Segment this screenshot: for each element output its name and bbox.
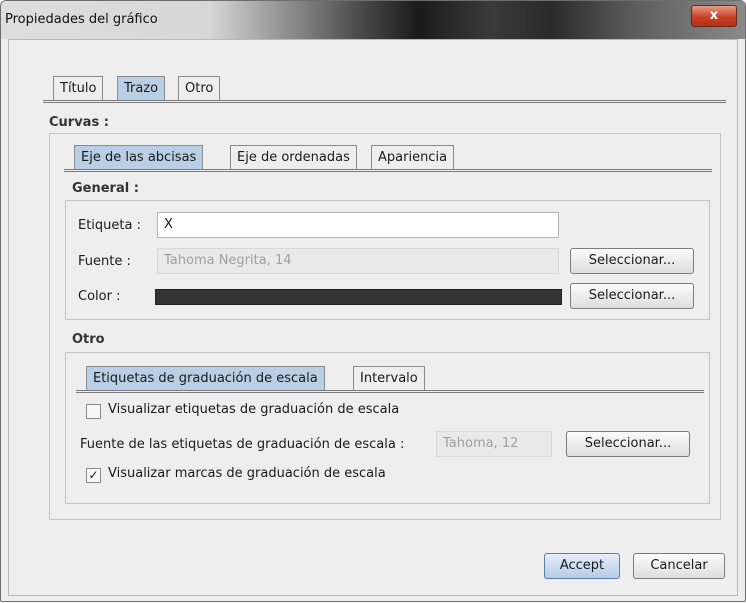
- properties-dialog: Propiedades del gráfico x Título Trazo O…: [0, 0, 746, 602]
- scale-font-select-button[interactable]: Seleccionar...: [566, 431, 690, 457]
- scale-font-field: Tahoma, 12: [436, 431, 552, 457]
- color-swatch[interactable]: [155, 289, 562, 305]
- color-select-button[interactable]: Seleccionar...: [570, 283, 694, 309]
- curvas-tabs-underline: [64, 169, 712, 172]
- show-marks-checkbox[interactable]: ✓: [86, 468, 101, 483]
- show-marks-label: Visualizar marcas de graduación de escal…: [108, 466, 386, 481]
- color-label: Color :: [78, 289, 121, 304]
- curvas-group: Eje de las abcisas Eje de ordenadas Apar…: [49, 133, 721, 520]
- curvas-heading: Curvas :: [49, 115, 109, 130]
- cancel-button[interactable]: Cancelar: [633, 553, 725, 579]
- tab-intervalo[interactable]: Intervalo: [353, 366, 425, 390]
- etiqueta-label: Etiqueta :: [78, 218, 141, 233]
- tab-otro[interactable]: Otro: [178, 76, 221, 100]
- show-labels-label: Visualizar etiquetas de graduación de es…: [108, 402, 400, 417]
- tab-apariencia[interactable]: Apariencia: [371, 145, 455, 169]
- tab-trazo[interactable]: Trazo: [117, 76, 166, 100]
- main-tabs-underline: [43, 100, 726, 103]
- general-heading: General :: [72, 181, 139, 196]
- otro-tabs-underline: [76, 390, 704, 393]
- dialog-content: Título Trazo Otro Curvas : Eje de las ab…: [8, 39, 738, 596]
- fuente-select-button[interactable]: Seleccionar...: [570, 248, 694, 274]
- general-group: Etiqueta : X Fuente : Tahoma Negrita, 14…: [65, 200, 710, 320]
- fuente-field: Tahoma Negrita, 14: [157, 248, 559, 274]
- window-title: Propiedades del gráfico: [5, 12, 158, 27]
- otro-heading: Otro: [72, 332, 105, 347]
- tab-eje-ordenadas[interactable]: Eje de ordenadas: [230, 145, 357, 169]
- show-labels-checkbox[interactable]: [86, 404, 101, 419]
- etiqueta-input[interactable]: X: [157, 212, 559, 238]
- tab-eje-abcisas[interactable]: Eje de las abcisas: [74, 145, 204, 169]
- close-button[interactable]: x: [691, 5, 737, 27]
- tab-titulo[interactable]: Título: [53, 76, 104, 100]
- tab-etiquetas-graduacion[interactable]: Etiquetas de graduación de escala: [86, 366, 325, 390]
- title-bar[interactable]: Propiedades del gráfico x: [1, 1, 745, 39]
- scale-font-label: Fuente de las etiquetas de graduación de…: [80, 437, 405, 452]
- otro-group: Etiquetas de graduación de escala Interv…: [65, 352, 710, 504]
- fuente-label: Fuente :: [78, 254, 131, 269]
- accept-button[interactable]: Accept: [544, 553, 620, 579]
